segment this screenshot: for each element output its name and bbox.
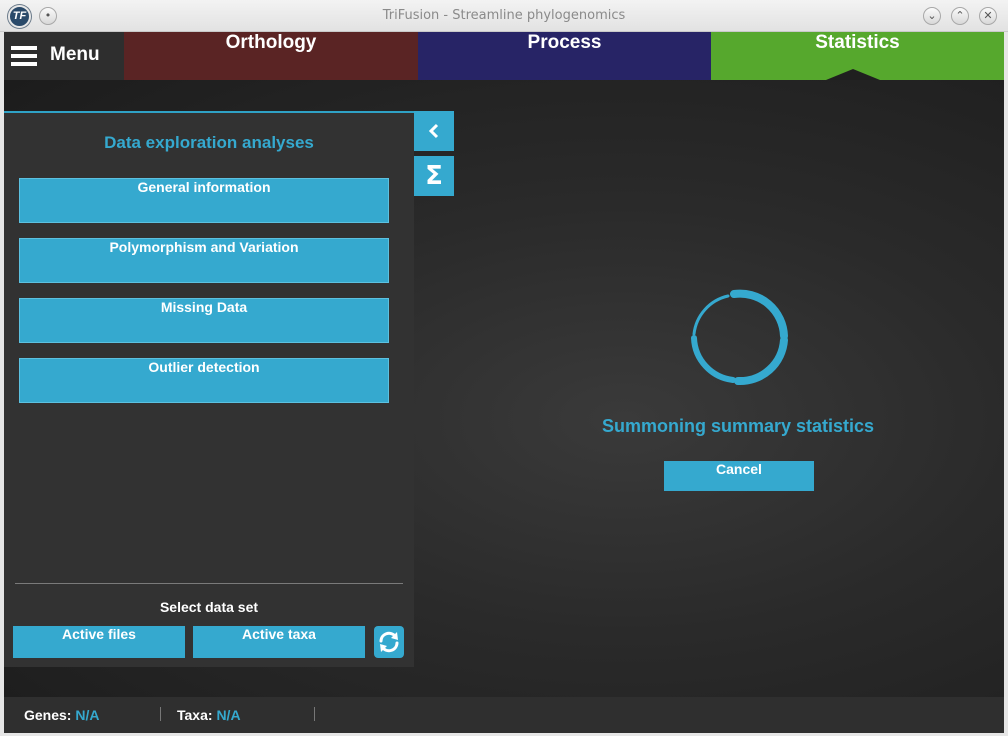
panel-title: Data exploration analyses (104, 133, 314, 152)
chevron-left-icon (428, 123, 439, 139)
active-tab-indicator (826, 69, 880, 80)
chevron-up-icon[interactable]: ⌃ (951, 7, 969, 25)
general-information-button[interactable]: General information (19, 178, 389, 223)
active-taxa-button[interactable]: Active taxa (193, 626, 365, 658)
status-bar: Genes: N/A Taxa: N/A (4, 697, 1004, 733)
loading-spinner-icon (691, 289, 788, 386)
genes-status: Genes: N/A (24, 707, 99, 723)
refresh-icon (379, 631, 399, 653)
cancel-button[interactable]: Cancel (664, 461, 814, 491)
loading-message: Summoning summary statistics (601, 416, 875, 436)
divider (15, 583, 403, 584)
close-icon[interactable]: ✕ (979, 7, 997, 25)
taxa-status: Taxa: N/A (177, 707, 241, 723)
menu-button[interactable]: Menu (4, 32, 124, 80)
window-titlebar: TF • TriFusion - Streamline phylogenomic… (0, 0, 1008, 32)
window-frame (1004, 32, 1008, 736)
chevron-down-icon[interactable]: ⌄ (923, 7, 941, 25)
status-separator (314, 707, 315, 721)
hamburger-icon (11, 46, 37, 66)
sigma-icon[interactable]: Σ (414, 156, 454, 196)
missing-data-button[interactable]: Missing Data (19, 298, 389, 343)
refresh-button[interactable] (374, 626, 404, 658)
analyses-panel: Data exploration analyses General inform… (4, 111, 414, 667)
window-title: TriFusion - Streamline phylogenomics (382, 8, 626, 23)
tab-orthology[interactable]: Orthology (124, 32, 418, 80)
select-dataset-label: Select data set (159, 599, 259, 615)
collapse-panel-button[interactable] (414, 111, 454, 151)
menu-label: Menu (50, 44, 100, 65)
taxa-value: N/A (216, 707, 241, 723)
genes-label: Genes: (24, 707, 72, 723)
taxa-label: Taxa: (177, 707, 213, 723)
active-files-button[interactable]: Active files (13, 626, 185, 658)
polymorphism-variation-button[interactable]: Polymorphism and Variation (19, 238, 389, 283)
genes-value: N/A (75, 707, 100, 723)
tab-process[interactable]: Process (418, 32, 711, 80)
outlier-detection-button[interactable]: Outlier detection (19, 358, 389, 403)
status-separator (160, 707, 161, 721)
